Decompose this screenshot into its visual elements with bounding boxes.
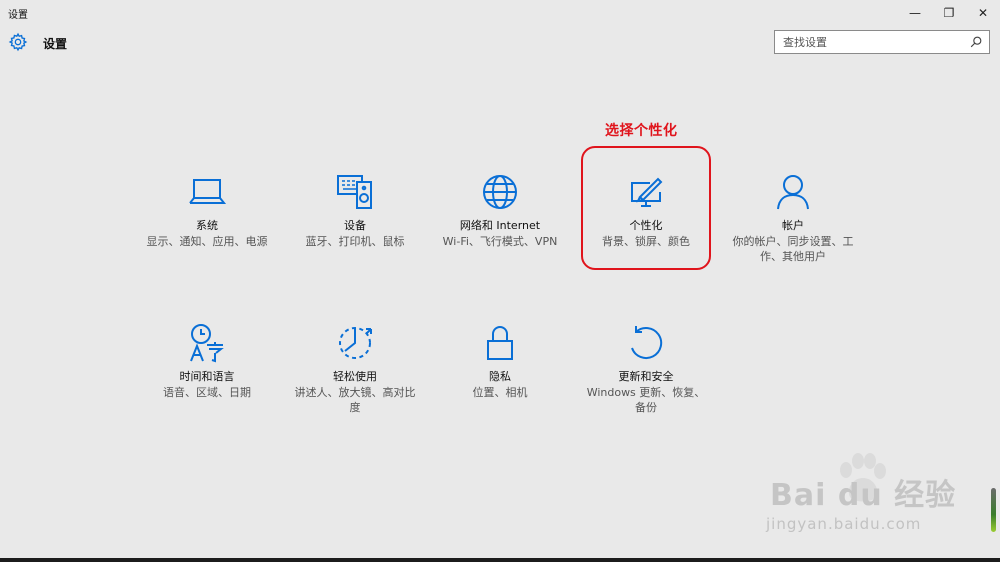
person-icon <box>777 175 809 210</box>
watermark-brand: Bai du 经验 <box>770 478 957 513</box>
window-title: 设置 <box>8 9 28 21</box>
tile-system[interactable]: 系统 显示、通知、应用、电源 <box>141 170 273 249</box>
tile-label: 网络和 Internet <box>459 219 541 232</box>
search-input[interactable] <box>775 31 969 53</box>
close-button[interactable]: ✕ <box>966 0 1000 26</box>
time-language-icon <box>190 324 224 363</box>
page-title: 设置 <box>43 37 68 51</box>
title-bar: 设置 — ❐ ✕ <box>0 0 1000 26</box>
tile-description: 背景、锁屏、颜色 <box>602 235 690 248</box>
tile-label: 更新和安全 <box>618 370 674 383</box>
watermark-url: jingyan.baidu.com <box>766 515 922 533</box>
devices-icon <box>337 175 372 209</box>
tile-label: 轻松使用 <box>333 370 377 383</box>
tile-description: 显示、通知、应用、电源 <box>146 235 268 248</box>
tile-privacy[interactable]: 隐私 位置、相机 <box>434 321 566 400</box>
tile-label: 帐户 <box>782 219 804 232</box>
minimize-button[interactable]: — <box>898 0 932 26</box>
tile-description: 蓝牙、打印机、鼠标 <box>305 235 405 248</box>
annotation-label: 选择个性化 <box>605 123 678 139</box>
tile-label: 个性化 <box>629 219 663 232</box>
update-icon <box>631 326 663 360</box>
tile-description: 语音、区域、日期 <box>163 386 251 399</box>
lock-icon <box>487 326 513 360</box>
tile-label: 设备 <box>344 219 366 232</box>
tile-update-security[interactable]: 更新和安全 Windows 更新、恢复、备份 <box>580 321 712 415</box>
search-icon[interactable] <box>969 35 983 49</box>
tile-ease-of-access[interactable]: 轻松使用 讲述人、放大镜、高对比度 <box>289 321 421 415</box>
personalization-icon <box>631 177 663 207</box>
tile-description: Windows 更新、恢复、备份 <box>586 386 706 414</box>
tile-description: 位置、相机 <box>472 386 528 399</box>
tile-description: 讲述人、放大镜、高对比度 <box>294 386 416 414</box>
tile-personalization[interactable]: 个性化 背景、锁屏、颜色 <box>580 170 712 249</box>
tile-label: 隐私 <box>489 370 511 383</box>
tile-accounts[interactable]: 帐户 你的帐户、同步设置、工作、其他用户 <box>727 170 859 264</box>
taskbar-edge <box>0 558 1000 562</box>
tile-devices[interactable]: 设备 蓝牙、打印机、鼠标 <box>289 170 421 249</box>
ease-of-access-icon <box>339 327 372 359</box>
restore-button[interactable]: ❐ <box>932 0 966 26</box>
tile-time-language[interactable]: 时间和语言 语音、区域、日期 <box>141 321 273 400</box>
search-box[interactable] <box>774 30 990 54</box>
app-header: 设置 <box>0 28 1000 60</box>
globe-icon <box>483 175 517 209</box>
window-controls: — ❐ ✕ <box>898 0 1000 26</box>
laptop-icon <box>189 179 227 204</box>
tile-description: Wi-Fi、飞行模式、VPN <box>442 235 558 248</box>
tile-label: 系统 <box>196 219 218 232</box>
tile-label: 时间和语言 <box>179 370 235 383</box>
tile-description: 你的帐户、同步设置、工作、其他用户 <box>732 235 854 263</box>
scroll-indicator <box>991 488 996 532</box>
gear-icon <box>8 32 28 52</box>
tile-network[interactable]: 网络和 Internet Wi-Fi、飞行模式、VPN <box>434 170 566 249</box>
